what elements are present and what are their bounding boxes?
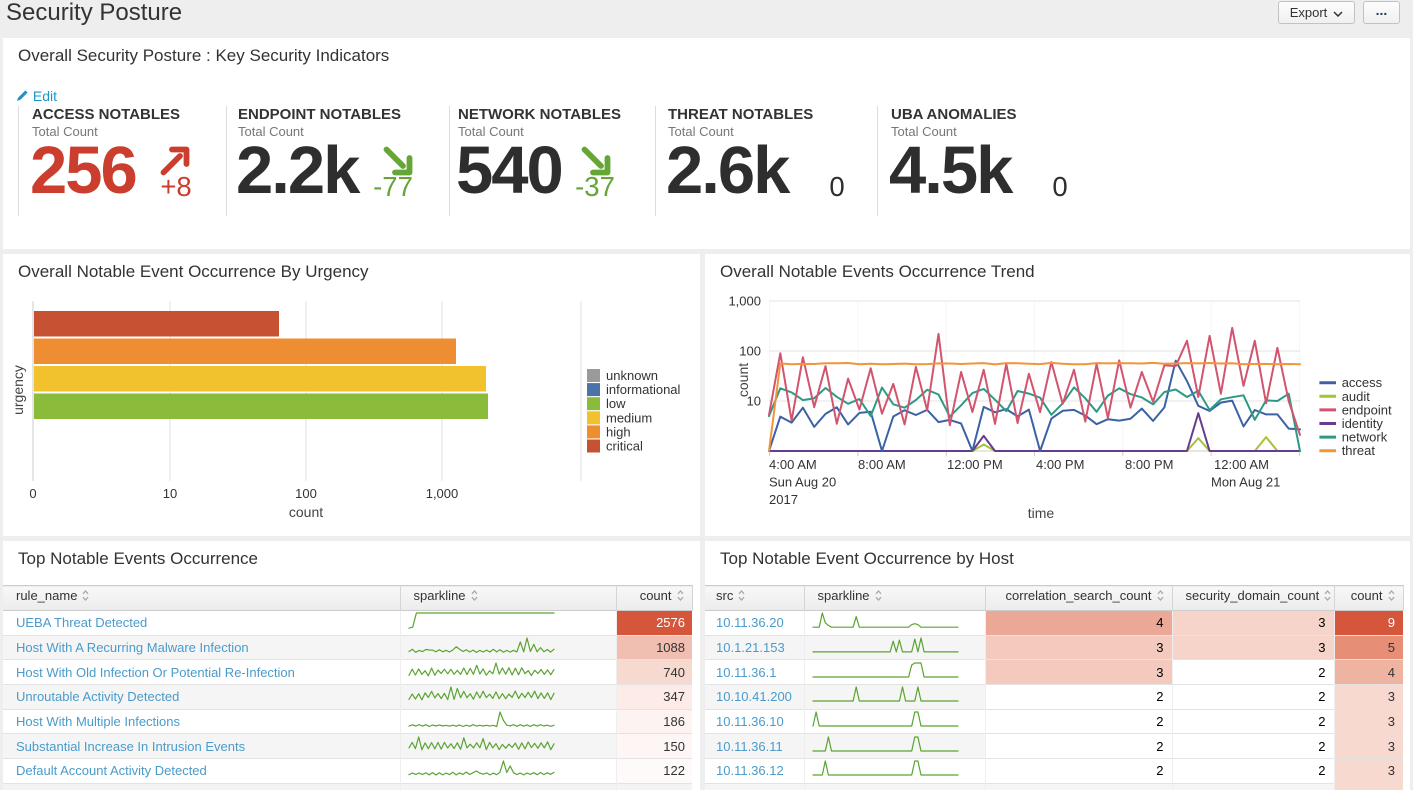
svg-text:4:00 AM: 4:00 AM — [769, 457, 817, 472]
svg-text:100: 100 — [739, 344, 761, 359]
svg-text:count: count — [289, 504, 323, 520]
svg-text:1,000: 1,000 — [426, 486, 459, 501]
svg-text:count: count — [735, 363, 751, 397]
svg-text:12:00 AM: 12:00 AM — [1214, 457, 1269, 472]
svg-text:informational: informational — [606, 382, 681, 397]
svg-text:0: 0 — [29, 486, 36, 501]
svg-text:high: high — [606, 424, 631, 439]
svg-text:1,000: 1,000 — [728, 294, 761, 309]
svg-text:medium: medium — [606, 410, 652, 425]
svg-text:12:00 PM: 12:00 PM — [947, 457, 1003, 472]
svg-text:time: time — [1028, 505, 1055, 521]
svg-text:4:00 PM: 4:00 PM — [1036, 457, 1084, 472]
svg-text:Mon Aug 21: Mon Aug 21 — [1211, 475, 1280, 490]
svg-text:critical: critical — [606, 439, 643, 454]
svg-text:urgency: urgency — [10, 365, 26, 415]
svg-text:100: 100 — [295, 486, 317, 501]
svg-text:unknown: unknown — [606, 368, 658, 383]
svg-text:Sun Aug 20: Sun Aug 20 — [769, 475, 836, 490]
svg-text:2017: 2017 — [769, 492, 798, 507]
svg-text:8:00 PM: 8:00 PM — [1125, 457, 1173, 472]
svg-text:8:00 AM: 8:00 AM — [858, 457, 906, 472]
svg-text:low: low — [606, 396, 626, 411]
svg-text:10: 10 — [163, 486, 177, 501]
svg-text:threat: threat — [1342, 443, 1376, 458]
